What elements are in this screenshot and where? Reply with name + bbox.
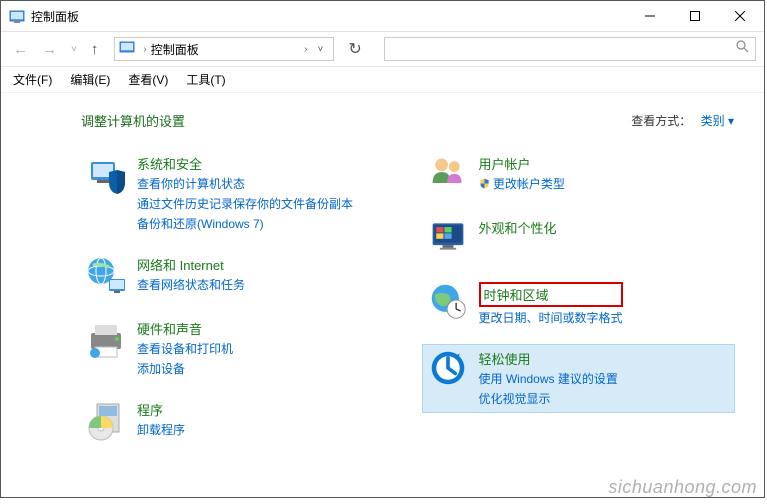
category-link[interactable]: 更改日期、时间或数字格式	[479, 309, 623, 327]
ease-of-access-icon	[427, 349, 469, 391]
refresh-button[interactable]: ↻	[338, 39, 371, 59]
monitor-personalize-icon	[427, 218, 469, 260]
category-title[interactable]: 网络和 Internet	[137, 255, 245, 274]
breadcrumb-dropdown[interactable]: ˅	[312, 44, 330, 55]
breadcrumb-root[interactable]: 控制面板	[151, 41, 300, 58]
shield-pc-icon	[85, 154, 127, 196]
category-link[interactable]: 添加设备	[137, 360, 233, 378]
category-title[interactable]: 外观和个性化	[479, 218, 557, 237]
window-title: 控制面板	[31, 8, 627, 25]
disc-box-icon	[85, 400, 127, 442]
category-clock-region[interactable]: 时钟和区域 更改日期、时间或数字格式	[423, 278, 735, 331]
view-by-label: 查看方式：	[631, 114, 691, 128]
watermark: sichuanhong.com	[608, 477, 757, 498]
menu-file[interactable]: 文件(F)	[13, 71, 52, 88]
menu-tools[interactable]: 工具(T)	[186, 71, 225, 88]
category-network[interactable]: 网络和 Internet 查看网络状态和任务	[81, 251, 393, 301]
menu-view[interactable]: 查看(V)	[128, 71, 168, 88]
control-panel-icon	[9, 8, 25, 24]
navigation-bar: ← → ˅ ↑ › 控制面板 › ˅ ↻	[1, 31, 764, 67]
category-system-security[interactable]: 系统和安全 查看你的计算机状态 通过文件历史记录保存你的文件备份副本 备份和还原…	[81, 150, 393, 237]
up-button[interactable]: ↑	[87, 39, 103, 60]
category-hardware-sound[interactable]: 硬件和声音 查看设备和打印机 添加设备	[81, 315, 393, 382]
chevron-right-icon: ›	[143, 44, 146, 55]
globe-network-icon	[85, 255, 127, 297]
category-link[interactable]: 使用 Windows 建议的设置	[479, 370, 618, 388]
category-link[interactable]: 备份和还原(Windows 7)	[137, 215, 353, 233]
category-link[interactable]: 查看网络状态和任务	[137, 276, 245, 294]
forward-button[interactable]: →	[38, 39, 61, 60]
maximize-button[interactable]	[672, 1, 717, 31]
minimize-button[interactable]	[627, 1, 672, 31]
category-programs[interactable]: 程序 卸载程序	[81, 396, 393, 446]
view-by: 查看方式： 类别 ▾	[631, 112, 734, 129]
search-icon[interactable]	[736, 40, 749, 58]
category-title[interactable]: 系统和安全	[137, 154, 353, 173]
category-title-highlighted[interactable]: 时钟和区域	[479, 282, 623, 307]
view-by-value[interactable]: 类别 ▾	[701, 114, 734, 128]
category-link[interactable]: 卸载程序	[137, 421, 185, 439]
category-link[interactable]: 更改帐户类型	[479, 175, 565, 193]
page-heading: 调整计算机的设置	[81, 111, 185, 130]
printer-icon	[85, 319, 127, 361]
menu-edit[interactable]: 编辑(E)	[70, 71, 110, 88]
category-appearance[interactable]: 外观和个性化	[423, 214, 735, 264]
people-icon	[427, 154, 469, 196]
back-button[interactable]: ←	[9, 39, 32, 60]
category-link[interactable]: 查看你的计算机状态	[137, 175, 353, 193]
category-title[interactable]: 程序	[137, 400, 185, 419]
uac-shield-icon	[479, 178, 490, 189]
search-input[interactable]	[391, 42, 736, 56]
category-title[interactable]: 用户帐户	[479, 154, 565, 173]
category-link[interactable]: 通过文件历史记录保存你的文件备份副本	[137, 195, 353, 213]
breadcrumb-icon	[119, 39, 135, 60]
category-ease-of-access[interactable]: 轻松使用 使用 Windows 建议的设置 优化视觉显示	[423, 345, 735, 412]
menu-bar: 文件(F) 编辑(E) 查看(V) 工具(T)	[1, 67, 764, 93]
category-title[interactable]: 硬件和声音	[137, 319, 233, 338]
globe-clock-icon	[427, 282, 469, 324]
breadcrumb-bar[interactable]: › 控制面板 › ˅	[114, 37, 334, 61]
category-link[interactable]: 查看设备和打印机	[137, 340, 233, 358]
chevron-right-icon: ›	[304, 44, 307, 55]
category-user-accounts[interactable]: 用户帐户 更改帐户类型	[423, 150, 735, 200]
search-box[interactable]	[384, 37, 756, 61]
close-button[interactable]	[717, 1, 762, 31]
category-title[interactable]: 轻松使用	[479, 349, 618, 368]
category-link[interactable]: 优化视觉显示	[479, 390, 618, 408]
recent-dropdown[interactable]: ˅	[67, 42, 81, 57]
titlebar: 控制面板	[1, 1, 764, 31]
